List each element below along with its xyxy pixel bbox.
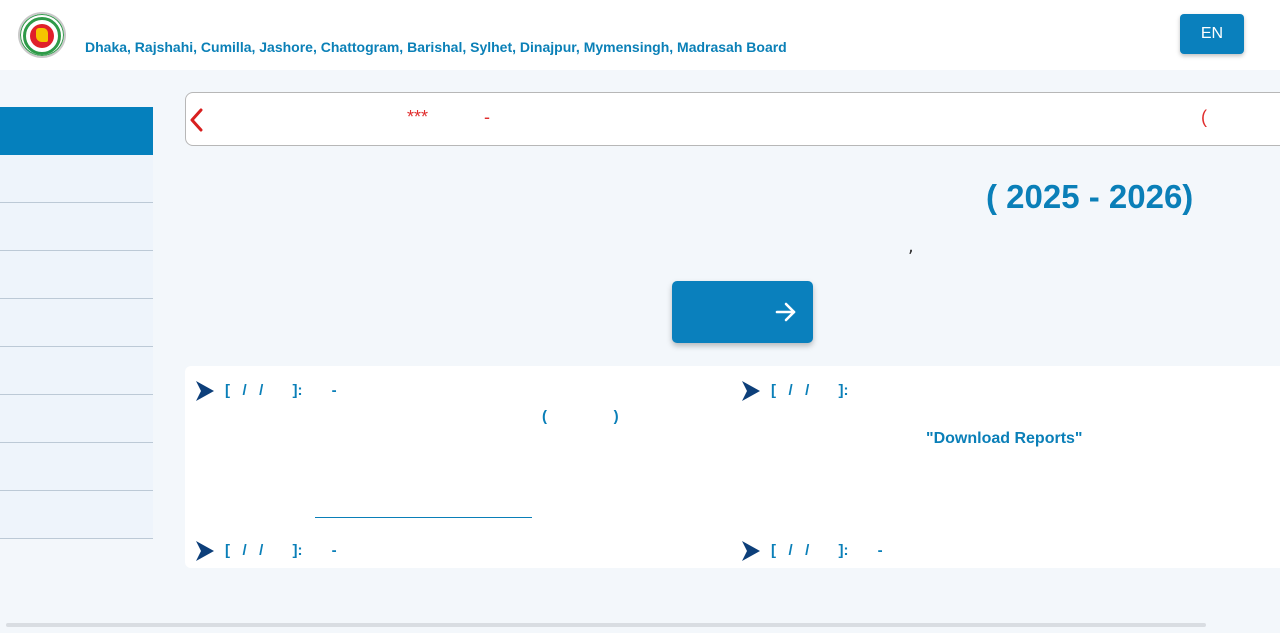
sidebar-item-3[interactable] [0,203,153,251]
notice-arrow-icon [196,541,214,561]
sidebar-item-9[interactable] [0,491,153,539]
horizontal-scrollbar[interactable] [6,623,1206,627]
government-seal-icon[interactable] [18,12,66,58]
arrow-right-icon [775,302,796,322]
notice-3-date: [ / / ]: - [225,542,337,559]
language-toggle-button[interactable]: EN [1180,14,1244,54]
education-boards-title: Dhaka, Rajshahi, Cumilla, Jashore, Chatt… [85,39,787,55]
notice-1-detail: ( ) [542,408,619,425]
chevron-left-icon[interactable] [188,107,206,133]
notice-arrow-icon [742,381,760,401]
sidebar-item-8[interactable] [0,443,153,491]
sidebar-item-6[interactable] [0,347,153,395]
notice-panel: [ / / ]: - ( ) [ / / ]: "Download Report… [185,366,1280,568]
notice-arrow-icon [196,381,214,401]
sidebar-item-1[interactable] [0,107,153,155]
notice-ticker: *** - ( [185,92,1280,146]
proceed-button[interactable] [672,281,813,343]
download-reports-link[interactable]: "Download Reports" [926,430,1083,448]
sidebar-item-2[interactable] [0,155,153,203]
notice-1-date: [ / / ]: - [225,382,337,399]
notice-link-underline[interactable] [315,517,532,518]
notice-arrow-icon [742,541,760,561]
notice-2-date: [ / / ]: [771,382,849,399]
subtitle-comma: , [908,236,914,257]
session-title: ( 2025 - 2026) [986,178,1194,215]
sidebar-item-5[interactable] [0,299,153,347]
top-header: Dhaka, Rajshahi, Cumilla, Jashore, Chatt… [0,0,1280,70]
sidebar-item-4[interactable] [0,251,153,299]
ticker-dash: - [484,107,490,127]
sidebar-item-7[interactable] [0,395,153,443]
ticker-paren: ( [1201,107,1207,127]
sidebar-menu [0,107,153,539]
ticker-stars: *** [407,107,429,127]
notice-4-date: [ / / ]: - [771,542,883,559]
